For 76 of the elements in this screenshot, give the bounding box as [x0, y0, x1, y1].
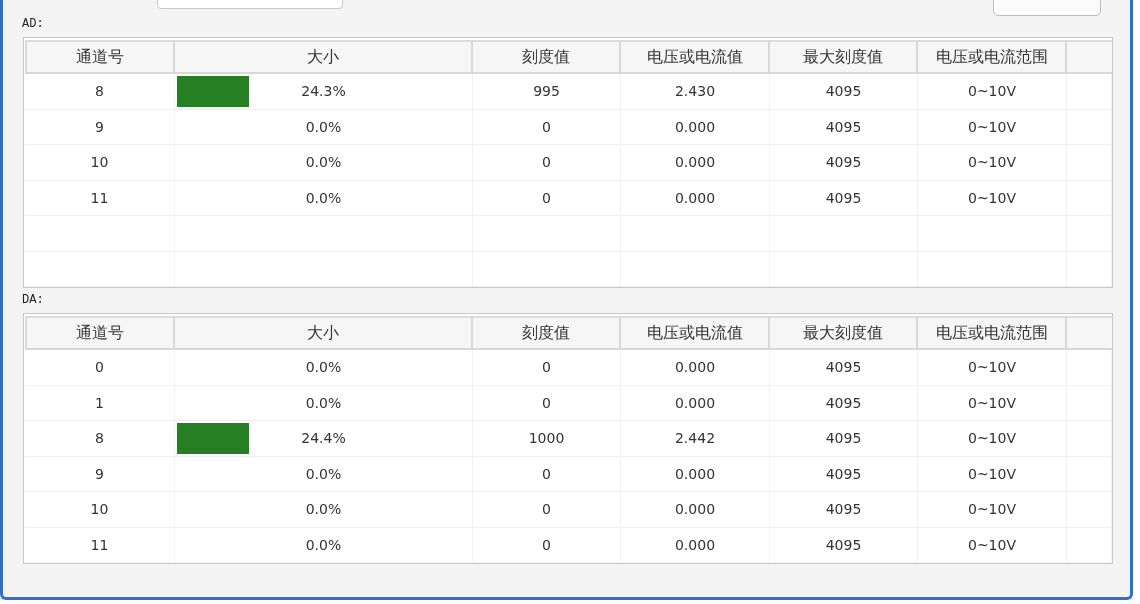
table-cell: 9 — [25, 456, 175, 492]
column-header[interactable]: 刻度值 — [473, 40, 621, 74]
section-label: DA: — [22, 293, 45, 309]
column-header[interactable]: 通道号 — [25, 40, 175, 74]
table-cell: 4095 — [770, 180, 918, 216]
column-header[interactable]: 刻度值 — [473, 316, 621, 350]
table-cell: 0~10V — [918, 492, 1067, 528]
table-cell: 0 — [25, 350, 175, 386]
column-header — [1067, 316, 1112, 350]
table-cell: 0.000 — [621, 456, 770, 492]
table-cell: 0~10V — [918, 350, 1067, 386]
table-cell: 0.000 — [621, 385, 770, 421]
table-cell: 4095 — [770, 421, 918, 457]
column-header[interactable]: 电压或电流范围 — [918, 316, 1067, 350]
table-cell: 4095 — [770, 492, 918, 528]
table-cell: 0.000 — [621, 350, 770, 386]
table-cell: 4095 — [770, 145, 918, 181]
table-cell: 0 — [473, 180, 621, 216]
column-header[interactable]: 最大刻度值 — [770, 40, 918, 74]
table-cell: 2.442 — [621, 421, 770, 457]
table-cell: 0.0% — [305, 359, 342, 376]
table-cell: 0~10V — [918, 527, 1067, 563]
table-cell: 10 — [25, 145, 175, 181]
column-header[interactable]: 通道号 — [25, 316, 175, 350]
section-label: AD: — [22, 17, 45, 33]
table-cell: 1 — [25, 385, 175, 421]
table-cell: 24.3% — [301, 83, 346, 100]
table-cell: 0.0% — [305, 189, 342, 206]
table-cell: 0 — [473, 145, 621, 181]
table-cell: 4095 — [770, 350, 918, 386]
table-cell: 24.4% — [301, 430, 346, 447]
table-cell: 0.0% — [305, 118, 342, 135]
table-cell: 4095 — [770, 527, 918, 563]
column-header — [1067, 40, 1112, 74]
table-cell: 0~10V — [918, 385, 1067, 421]
table-cell: 0 — [473, 492, 621, 528]
table-cell: 0~10V — [918, 109, 1067, 145]
table-cell: 0 — [473, 456, 621, 492]
table-cell: 0~10V — [918, 145, 1067, 181]
table-cell: 0~10V — [918, 456, 1067, 492]
table-cell: 4095 — [770, 109, 918, 145]
table-cell: 0~10V — [918, 421, 1067, 457]
table-cell: 0.000 — [621, 527, 770, 563]
table-cell: 9 — [25, 109, 175, 145]
table-cell: 8 — [25, 74, 175, 110]
column-header[interactable]: 电压或电流值 — [621, 40, 770, 74]
table-cell: 0.000 — [621, 180, 770, 216]
table-cell: 0~10V — [918, 74, 1067, 110]
table-cell: 0.000 — [621, 109, 770, 145]
table-cell: 2.430 — [621, 74, 770, 110]
table-cell: 0.000 — [621, 145, 770, 181]
table-cell: 4095 — [770, 385, 918, 421]
table-cell: 0.0% — [305, 501, 342, 518]
table-cell: 0.0% — [305, 394, 342, 411]
table-cell: 4095 — [770, 74, 918, 110]
table-cell: 0.000 — [621, 492, 770, 528]
column-header[interactable]: 电压或电流范围 — [918, 40, 1067, 74]
table-cell: 4095 — [770, 456, 918, 492]
table-cell: 10 — [25, 492, 175, 528]
table-cell: 995 — [473, 74, 621, 110]
table-cell: 0 — [473, 350, 621, 386]
table-cell: 0 — [473, 527, 621, 563]
table-cell: 0.0% — [305, 154, 342, 171]
table-cell: 11 — [25, 527, 175, 563]
table-cell: 0~10V — [918, 180, 1067, 216]
table-cell: 0 — [473, 385, 621, 421]
column-header[interactable]: 大小 — [175, 316, 473, 350]
table-cell: 0.0% — [305, 465, 342, 482]
column-header[interactable]: 最大刻度值 — [770, 316, 918, 350]
table-cell: 8 — [25, 421, 175, 457]
column-header[interactable]: 电压或电流值 — [621, 316, 770, 350]
table-cell: 0.0% — [305, 536, 342, 553]
column-header[interactable]: 大小 — [175, 40, 473, 74]
table-cell: 11 — [25, 180, 175, 216]
table-cell: 1000 — [473, 421, 621, 457]
table-cell: 0 — [473, 109, 621, 145]
